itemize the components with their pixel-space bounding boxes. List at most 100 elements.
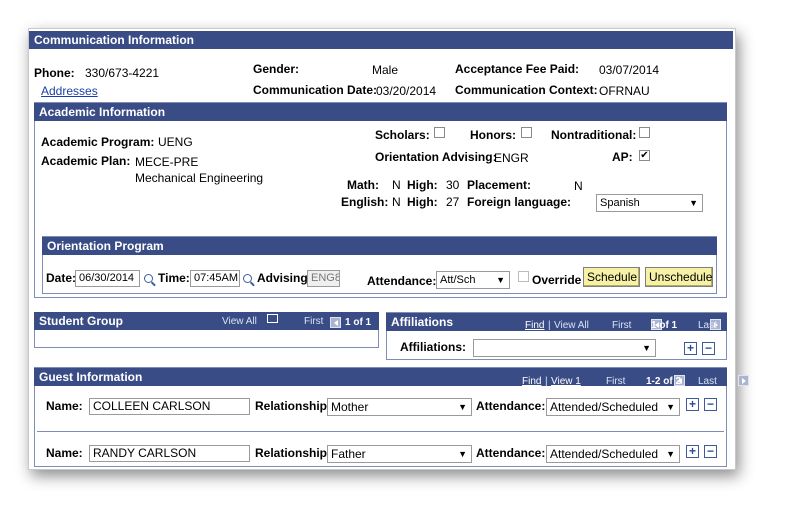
- orientation-attendance-select[interactable]: Att/Sch ▼: [436, 271, 510, 289]
- affiliations-title: Affiliations: [391, 315, 453, 329]
- affiliations-nav-sep: |: [548, 320, 551, 331]
- guest-nav-sep: |: [545, 376, 548, 387]
- academic-header: Academic Information: [34, 103, 727, 121]
- guest-count: 1-2 of 2: [646, 376, 682, 387]
- unschedule-button[interactable]: Unschedule: [645, 267, 713, 287]
- guest-relationship-select[interactable]: Mother ▼: [327, 398, 472, 416]
- comm-context-value: OFRNAU: [599, 84, 650, 98]
- chevron-down-icon: ▼: [642, 343, 651, 353]
- affiliations-find-link[interactable]: Find: [525, 320, 544, 331]
- student-group-count: 1 of 1: [345, 317, 372, 328]
- view-all-grid-icon[interactable]: [267, 314, 278, 323]
- scholars-checkbox[interactable]: [434, 127, 445, 138]
- delete-row-icon[interactable]: −: [704, 398, 717, 411]
- chevron-down-icon: ▼: [458, 402, 467, 412]
- scholars-label: Scholars:: [375, 128, 430, 142]
- affiliations-field-label: Affiliations:: [400, 340, 466, 354]
- academic-program-label: Academic Program:: [41, 135, 155, 149]
- guest-relationship-value: Father: [331, 447, 366, 461]
- chevron-down-icon: ▼: [496, 275, 505, 285]
- guest-attendance-label: Attendance:: [476, 446, 546, 460]
- english-value: N: [392, 195, 401, 209]
- time-lookup-icon[interactable]: [243, 274, 252, 283]
- ap-checkbox[interactable]: ✔: [639, 150, 650, 161]
- guest-relationship-label: Relationship:: [255, 446, 332, 460]
- affiliations-select[interactable]: ▼: [473, 339, 656, 357]
- student-group-header: Student Group: [34, 312, 379, 330]
- honors-label: Honors:: [470, 128, 516, 142]
- english-label: English:: [341, 195, 389, 209]
- communication-page: Communication Information Phone: 330/673…: [28, 28, 750, 470]
- guest-attendance-value: Attended/Scheduled: [550, 400, 659, 414]
- phone-label: Phone:: [34, 66, 75, 80]
- add-row-icon[interactable]: +: [686, 445, 699, 458]
- delete-row-icon[interactable]: −: [702, 342, 715, 355]
- guest-find-link[interactable]: Find: [522, 376, 541, 387]
- phone-value: 330/673-4221: [85, 66, 160, 80]
- guest-first[interactable]: First: [606, 376, 625, 387]
- override-checkbox[interactable]: [518, 271, 529, 282]
- comm-date-label: Communication Date:: [253, 83, 378, 97]
- delete-row-icon[interactable]: −: [704, 445, 717, 458]
- guest-relationship-value: Mother: [331, 400, 369, 414]
- guest-attendance-select[interactable]: Attended/Scheduled ▼: [546, 398, 680, 416]
- affiliations-first[interactable]: First: [612, 320, 631, 331]
- guest-row: Name: RANDY CARLSON Relationship: Father…: [37, 440, 724, 468]
- guest-name-input[interactable]: RANDY CARLSON: [89, 445, 250, 462]
- affiliations-last[interactable]: Last: [698, 320, 717, 331]
- affiliations-view-all[interactable]: View All: [554, 320, 589, 331]
- orientation-advising-field-label: Advising:: [257, 271, 312, 285]
- orientation-time-label: Time:: [158, 271, 190, 285]
- foreign-language-select[interactable]: Spanish ▼: [596, 194, 703, 212]
- student-group-title: Student Group: [39, 314, 123, 328]
- guest-relationship-select[interactable]: Father ▼: [327, 445, 472, 463]
- math-high-label: High:: [407, 178, 438, 192]
- orientation-advising-value: ENGR: [494, 151, 529, 165]
- gender-value: Male: [372, 63, 399, 77]
- nontraditional-checkbox[interactable]: [639, 127, 650, 138]
- orientation-advising-label: Orientation Advising:: [375, 150, 497, 164]
- guest-title: Guest Information: [39, 370, 143, 384]
- academic-plan-value: MECE-PRE: [135, 155, 199, 169]
- gender-label: Gender:: [253, 62, 300, 76]
- chevron-down-icon: ▼: [689, 198, 698, 208]
- academic-plan-description: Mechanical Engineering: [135, 171, 264, 185]
- orientation-date-label: Date:: [46, 271, 77, 285]
- communication-header: Communication Information: [29, 31, 733, 49]
- orientation-time-input[interactable]: 07:45AM: [190, 270, 240, 287]
- date-lookup-icon[interactable]: [144, 274, 153, 283]
- placement-value: N: [574, 179, 583, 193]
- chevron-down-icon: ▼: [458, 449, 467, 459]
- math-value: N: [392, 178, 401, 192]
- guest-view-one-link[interactable]: View 1: [551, 376, 581, 387]
- chevron-down-icon: ▼: [666, 449, 675, 459]
- honors-checkbox[interactable]: [521, 127, 532, 138]
- guest-name-label: Name:: [46, 399, 83, 413]
- add-row-icon[interactable]: +: [686, 398, 699, 411]
- addresses-link[interactable]: Addresses: [41, 84, 98, 98]
- student-group-view-all[interactable]: View All: [222, 316, 257, 327]
- guest-last[interactable]: Last: [698, 376, 717, 387]
- add-row-icon[interactable]: +: [684, 342, 697, 355]
- affiliations-count: 1 of 1: [651, 320, 678, 331]
- orientation-date-input[interactable]: 06/30/2014: [75, 270, 140, 287]
- academic-plan-label: Academic Plan:: [41, 154, 131, 168]
- chevron-down-icon: ▼: [666, 402, 675, 412]
- guest-attendance-select[interactable]: Attended/Scheduled ▼: [546, 445, 680, 463]
- schedule-button[interactable]: Schedule: [583, 267, 640, 287]
- english-high-value: 27: [446, 195, 460, 209]
- math-label: Math:: [347, 178, 379, 192]
- guest-name-label: Name:: [46, 446, 83, 460]
- next-arrow-icon[interactable]: [738, 375, 750, 386]
- orientation-attendance-value: Att/Sch: [440, 274, 476, 286]
- student-group-first[interactable]: First: [304, 316, 323, 327]
- ap-label: AP:: [612, 150, 633, 164]
- orientation-header: Orientation Program: [42, 237, 717, 255]
- english-high-label: High:: [407, 195, 438, 209]
- guest-name-input[interactable]: COLLEEN CARLSON: [89, 398, 250, 415]
- math-high-value: 30: [446, 178, 460, 192]
- orientation-attendance-label: Attendance:: [367, 274, 437, 288]
- orientation-advising-input: ENG8: [307, 270, 340, 287]
- academic-program-value: UENG: [158, 135, 193, 149]
- prev-arrow-icon[interactable]: [330, 317, 341, 328]
